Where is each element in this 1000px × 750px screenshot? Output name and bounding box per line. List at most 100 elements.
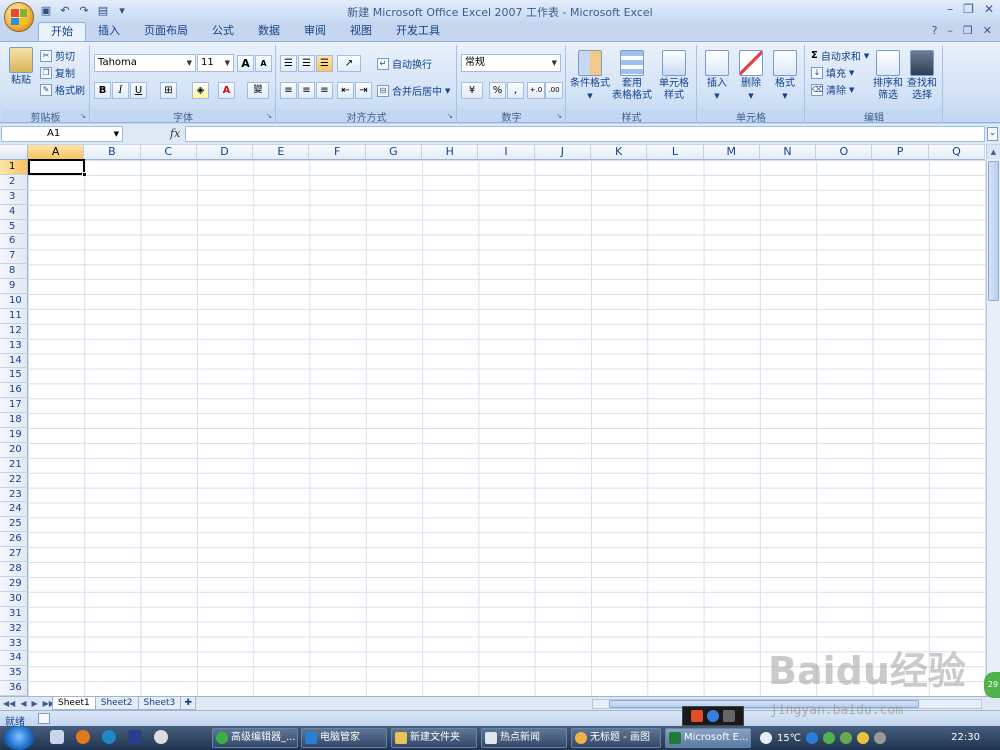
dialog-launcher-icon[interactable]: ↘ [556,112,562,120]
row-header[interactable]: 29 [0,576,28,592]
row-header[interactable]: 6 [0,234,28,250]
sheet-tab-1[interactable]: Sheet1 [52,697,96,710]
macro-record-icon[interactable] [38,713,50,724]
row-header[interactable]: 2 [0,174,28,190]
row-header[interactable]: 28 [0,562,28,577]
row-header[interactable]: 18 [0,413,28,429]
row-header[interactable]: 23 [0,487,28,503]
decrease-indent-button[interactable]: ⇤ [337,82,354,99]
fill-button[interactable]: ↓ 填充 ▼ [811,65,854,80]
row-header[interactable]: 1 [0,160,28,175]
minimize-icon[interactable]: – [947,2,953,16]
align-center-button[interactable]: ≡ [298,82,315,99]
column-header[interactable]: Q [928,145,986,160]
column-header[interactable]: O [816,145,873,160]
row-header[interactable]: 17 [0,398,28,414]
column-header[interactable]: P [872,145,929,160]
taskbar-item-folder[interactable]: 新建文件夹 [391,728,477,748]
row-header[interactable]: 10 [0,294,28,309]
grow-font-button[interactable]: A [237,55,254,72]
tab-review[interactable]: 审阅 [292,22,338,41]
align-top-button[interactable]: ☰ [280,55,297,72]
show-desktop-icon[interactable] [50,730,64,744]
row-header[interactable]: 26 [0,532,28,548]
row-header[interactable]: 35 [0,666,28,682]
italic-button[interactable]: I [112,82,129,99]
cell-styles-button[interactable]: 单元格 样式 [654,50,694,102]
align-middle-button[interactable]: ☰ [298,55,315,72]
sheet-tab-3[interactable]: Sheet3 [137,697,182,710]
tab-developer[interactable]: 开发工具 [384,22,452,41]
wb-restore-icon[interactable]: ❐ [963,24,973,37]
row-header[interactable]: 11 [0,308,28,324]
tab-formulas[interactable]: 公式 [200,22,246,41]
row-header[interactable]: 9 [0,279,28,295]
active-cell[interactable] [28,159,85,175]
dialog-launcher-icon[interactable]: ↘ [266,112,272,120]
column-header[interactable]: B [84,145,141,160]
percent-button[interactable]: % [489,82,506,99]
copy-button[interactable]: ❐ 复制 [40,65,75,80]
tab-page-layout[interactable]: 页面布局 [132,22,200,41]
media-icon[interactable] [128,730,142,744]
column-header[interactable]: A [28,145,85,160]
column-header[interactable]: I [478,145,535,160]
autosum-button[interactable]: Σ 自动求和 ▼ [811,48,869,63]
column-header[interactable]: F [309,145,366,160]
firefox-icon[interactable] [76,730,90,744]
currency-button[interactable]: ¥ [461,82,483,99]
font-size-combo[interactable]: 11 ▼ [197,54,234,72]
row-header[interactable]: 15 [0,368,28,384]
insert-cells-button[interactable]: 插入 ▼ [701,50,733,102]
cell-area[interactable] [28,160,986,696]
comma-button[interactable]: , [507,82,524,99]
taskbar-item-paint[interactable]: 无标题 - 画图 [571,728,661,748]
format-painter-button[interactable]: ✎ 格式刷 [40,82,85,97]
align-right-button[interactable]: ≡ [316,82,333,99]
row-header[interactable]: 24 [0,502,28,518]
column-header[interactable]: C [140,145,197,160]
ie-icon[interactable] [102,730,116,744]
column-header[interactable]: K [590,145,648,160]
column-header[interactable]: E [253,145,310,160]
name-box[interactable]: A1 ▼ [1,126,123,142]
wb-close-icon[interactable]: ✕ [983,24,992,37]
conditional-format-button[interactable]: 条件格式 ▼ [569,50,611,102]
row-header[interactable]: 4 [0,204,28,220]
taskbar-item-news[interactable]: 热点新闻 [481,728,567,748]
row-header[interactable]: 5 [0,219,28,235]
tab-data[interactable]: 数据 [246,22,292,41]
fill-handle[interactable] [82,172,87,177]
formula-input[interactable] [185,126,985,142]
vertical-scroll-thumb[interactable] [988,161,999,301]
next-sheet-icon[interactable]: ▶ [31,697,37,710]
find-select-button[interactable]: 查找和 选择 [906,50,938,102]
borders-button[interactable]: ⊞ [160,82,177,99]
row-header[interactable]: 25 [0,517,28,533]
taskbar-item-pc-manager[interactable]: 电脑管家 [301,728,387,748]
side-badge[interactable]: 29 [984,672,1000,698]
paste-button[interactable]: 粘贴 [6,47,36,87]
row-header[interactable]: 31 [0,606,28,622]
shrink-font-button[interactable]: A [255,55,272,72]
prev-sheet-icon[interactable]: ◀ [20,697,26,710]
decrease-decimal-button[interactable]: .00 [545,82,563,99]
tray-network-icon[interactable] [839,732,852,744]
column-header[interactable]: L [647,145,704,160]
tab-home[interactable]: 开始 [38,22,86,41]
increase-indent-button[interactable]: ⇥ [355,82,372,99]
insert-sheet-icon[interactable]: ✚ [180,697,197,710]
row-header[interactable]: 19 [0,428,28,443]
row-header[interactable]: 34 [0,651,28,667]
delete-cells-button[interactable]: 删除 ▼ [735,50,767,102]
select-all-corner[interactable] [0,145,28,160]
taskbar-item-editor[interactable]: 高级编辑器_... [212,728,298,748]
function-icon[interactable]: fx [170,127,180,140]
row-header[interactable]: 13 [0,338,28,354]
office-button[interactable] [4,2,34,32]
clock[interactable]: 22:30 [951,732,980,743]
align-bottom-button[interactable]: ☰ [316,55,333,72]
row-header[interactable]: 27 [0,547,28,563]
merge-center-button[interactable]: ⊟ 合并后居中 ▼ [377,83,450,98]
font-name-combo[interactable]: Tahoma ▼ [94,54,196,72]
